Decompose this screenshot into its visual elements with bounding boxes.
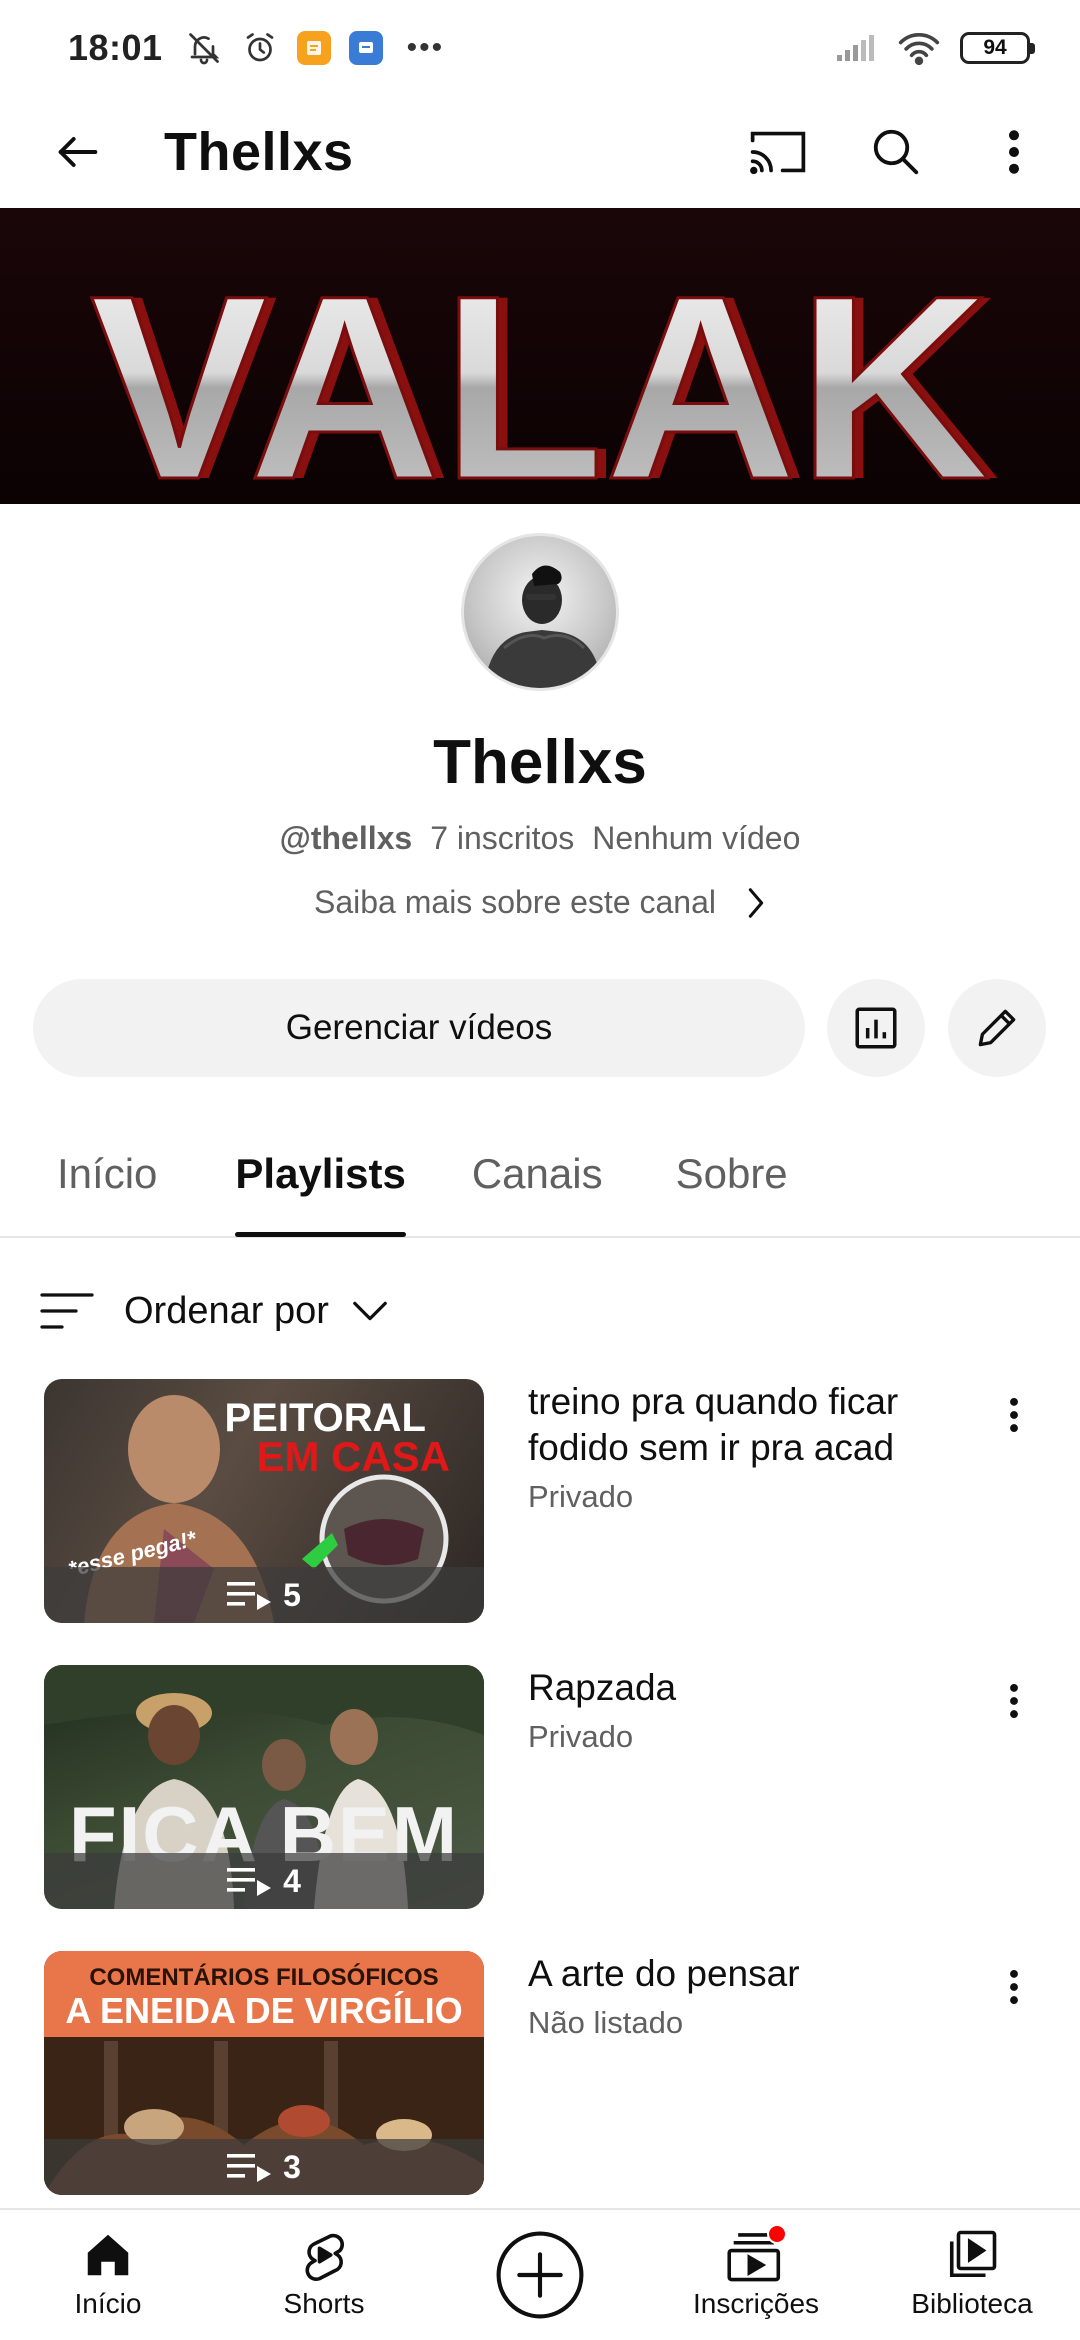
playlist-thumbnail[interactable]: FICA BEM 4 [44,1665,484,1909]
channel-tabs: Início Playlists Canais Sobre [0,1112,1080,1238]
more-options-button[interactable] [970,108,1058,196]
playlist-count-overlay: 4 [44,1853,484,1909]
status-time: 18:01 [68,27,163,68]
playlist-video-count: 3 [283,2148,301,2185]
nav-home[interactable]: Início [0,2210,216,2340]
battery-indicator: 94 [960,32,1035,64]
nav-subscriptions[interactable]: Inscrições [648,2210,864,2340]
playlist-title[interactable]: Rapzada [528,1665,968,1711]
pencil-icon [978,1009,1016,1047]
nav-shorts-label: Shorts [283,2288,365,2319]
channel-avatar[interactable] [461,533,619,691]
video-count: Nenhum vídeo [592,820,801,856]
playlist-item[interactable]: FICA BEM 4 Rapzada Privado [44,1665,1044,1909]
thumbnail-text-em-casa: EM CASA [256,1433,450,1480]
plus-circle-icon [496,2231,584,2319]
search-icon [873,129,919,175]
library-icon [949,2230,997,2278]
nav-library-label: Biblioteca [911,2288,1033,2319]
sort-dropdown[interactable]: Ordenar por [40,1271,389,1351]
status-notification-icons: ••• [185,29,445,67]
shorts-icon [305,2233,345,2281]
sort-label: Ordenar por [124,1289,329,1332]
banner-text: VALAK [90,241,990,504]
messages-app-icon [348,31,383,65]
page-title: Thellxs [164,122,354,182]
playlist-thumbnail[interactable]: PEITORAL EM CASA *esse pega!* 5 [44,1379,484,1623]
playlist-count-overlay: 5 [44,1567,484,1623]
more-vertical-icon [1010,1397,1018,1433]
analytics-icon [855,1007,897,1049]
new-content-badge [767,2224,787,2244]
nav-library[interactable]: Biblioteca [864,2210,1080,2340]
channel-name: Thellxs [433,728,647,797]
playlist-visibility: Privado [528,1479,634,1514]
more-vertical-icon [1010,1969,1018,2005]
app-bar: Thellxs [0,96,1080,208]
bell-muted-icon [185,29,223,67]
search-button[interactable] [852,108,940,196]
notes-app-icon [296,31,331,65]
about-channel-link[interactable]: Saiba mais sobre este canal [0,884,1080,921]
thumbnail-text-comentarios: COMENTÁRIOS FILOSÓFICOS [89,1963,438,1991]
playlist-icon [227,1582,272,1610]
nav-home-label: Início [74,2288,142,2319]
nav-subscriptions-label: Inscrições [692,2288,820,2319]
channel-banner: VALAK VALAK [0,208,1080,504]
channel-handle: @thellxs [279,820,413,856]
playlist-more-button[interactable] [984,1957,1044,2017]
cast-button[interactable] [734,108,822,196]
playlist-video-count: 5 [283,1576,301,1613]
playlist-item[interactable]: PEITORAL EM CASA *esse pega!* 5 treino p… [44,1379,1044,1623]
chevron-down-icon [353,1301,387,1321]
tab-playlists[interactable]: Playlists [235,1111,407,1237]
sort-icon [40,1293,94,1329]
playlist-icon [227,1868,272,1896]
playlist-count-overlay: 3 [44,2139,484,2195]
analytics-button[interactable] [827,979,925,1077]
about-channel-label: Saiba mais sobre este canal [314,884,716,920]
create-button[interactable] [432,2210,648,2340]
edit-channel-button[interactable] [948,979,1046,1077]
nav-shorts[interactable]: Shorts [216,2210,432,2340]
subscriptions-icon-wrap [727,2224,787,2282]
more-vertical-icon [1008,130,1020,174]
bottom-navigation: Início Shorts Inscrições Biblioteca [0,2208,1080,2340]
playlist-visibility: Não listado [528,2005,684,2040]
cast-icon [750,131,806,175]
back-button[interactable] [38,112,118,192]
arrow-left-icon [58,137,98,167]
playlist-thumbnail[interactable]: COMENTÁRIOS FILOSÓFICOS A ENEIDA DE VIRG… [44,1951,484,2195]
alarm-icon [241,29,279,67]
tab-canais[interactable]: Canais [472,1111,603,1237]
playlist-visibility: Privado [528,1719,634,1754]
more-notifications-icon: ••• [406,31,445,64]
playlist-title[interactable]: A arte do pensar [528,1951,968,1997]
tab-inicio[interactable]: Início [57,1111,157,1237]
status-bar: 18:01 ••• 94 [0,0,1080,96]
channel-meta: @thellxs 7 inscritos Nenhum vídeo [0,820,1080,857]
status-system-icons: 94 [834,29,1035,67]
playlist-item[interactable]: COMENTÁRIOS FILOSÓFICOS A ENEIDA DE VIRG… [44,1951,1044,2195]
chevron-right-icon [748,887,764,918]
manage-videos-button[interactable]: Gerenciar vídeos [33,979,805,1077]
signal-icon [834,29,878,67]
subscriber-count: 7 inscritos [430,820,575,856]
playlist-more-button[interactable] [984,1671,1044,1731]
avatar-image [484,565,602,688]
playlist-title[interactable]: treino pra quando ficar fodido sem ir pr… [528,1379,968,1471]
tab-sobre[interactable]: Sobre [676,1111,788,1237]
playlist-video-count: 4 [283,1862,301,1899]
thumbnail-text-eneida: A ENEIDA DE VIRGÍLIO [65,1990,462,2031]
home-icon [87,2234,129,2276]
playlist-icon [227,2154,272,2182]
more-vertical-icon [1010,1683,1018,1719]
playlist-more-button[interactable] [984,1385,1044,1445]
wifi-icon [896,29,942,67]
